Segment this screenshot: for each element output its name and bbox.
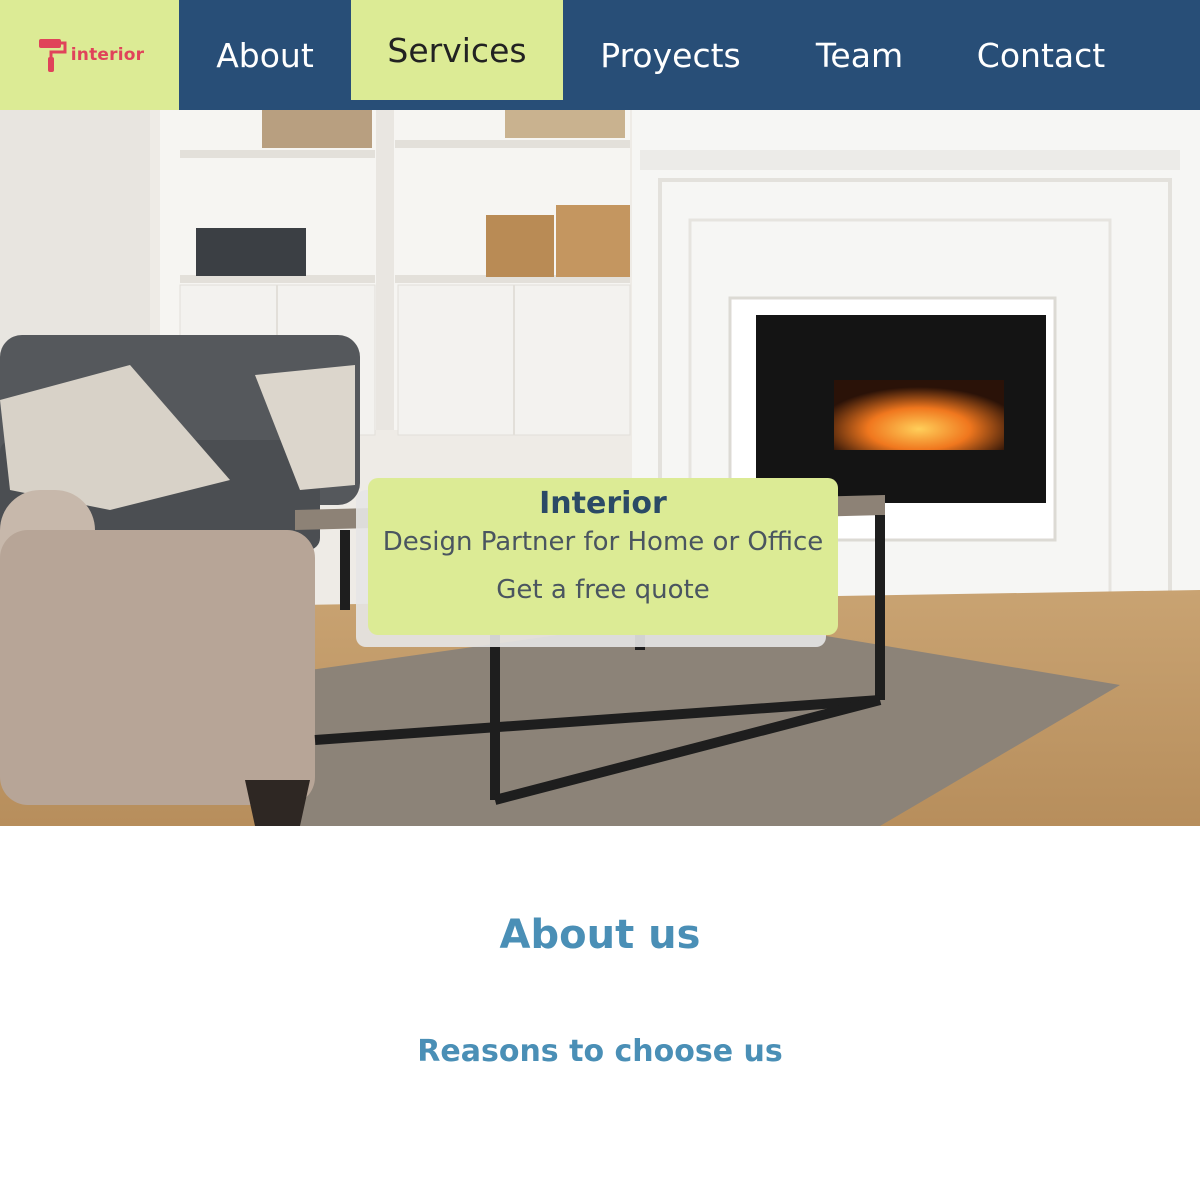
- hero-title: Interior: [539, 486, 667, 521]
- free-quote-link[interactable]: Get a free quote: [496, 575, 709, 605]
- logo-text: interior: [70, 45, 145, 65]
- nav-item-proyects[interactable]: Proyects: [563, 0, 778, 110]
- nav-item-services[interactable]: Services: [351, 0, 563, 100]
- hero-card: Interior Design Partner for Home or Offi…: [368, 478, 838, 635]
- logo-link[interactable]: interior: [0, 0, 179, 110]
- about-us-heading: About us: [499, 912, 701, 958]
- reasons-heading: Reasons to choose us: [417, 1034, 783, 1069]
- hero-section: Interior Design Partner for Home or Offi…: [0, 110, 1200, 826]
- nav-item-team[interactable]: Team: [778, 0, 941, 110]
- main-nav: interior About Services Proyects Team Co…: [0, 0, 1200, 110]
- hero-living-room-image: [0, 110, 1200, 826]
- hero-subtitle: Design Partner for Home or Office: [382, 527, 824, 557]
- nav-item-contact[interactable]: Contact: [941, 0, 1141, 110]
- nav-item-about[interactable]: About: [179, 0, 351, 110]
- paint-roller-icon: [38, 39, 67, 72]
